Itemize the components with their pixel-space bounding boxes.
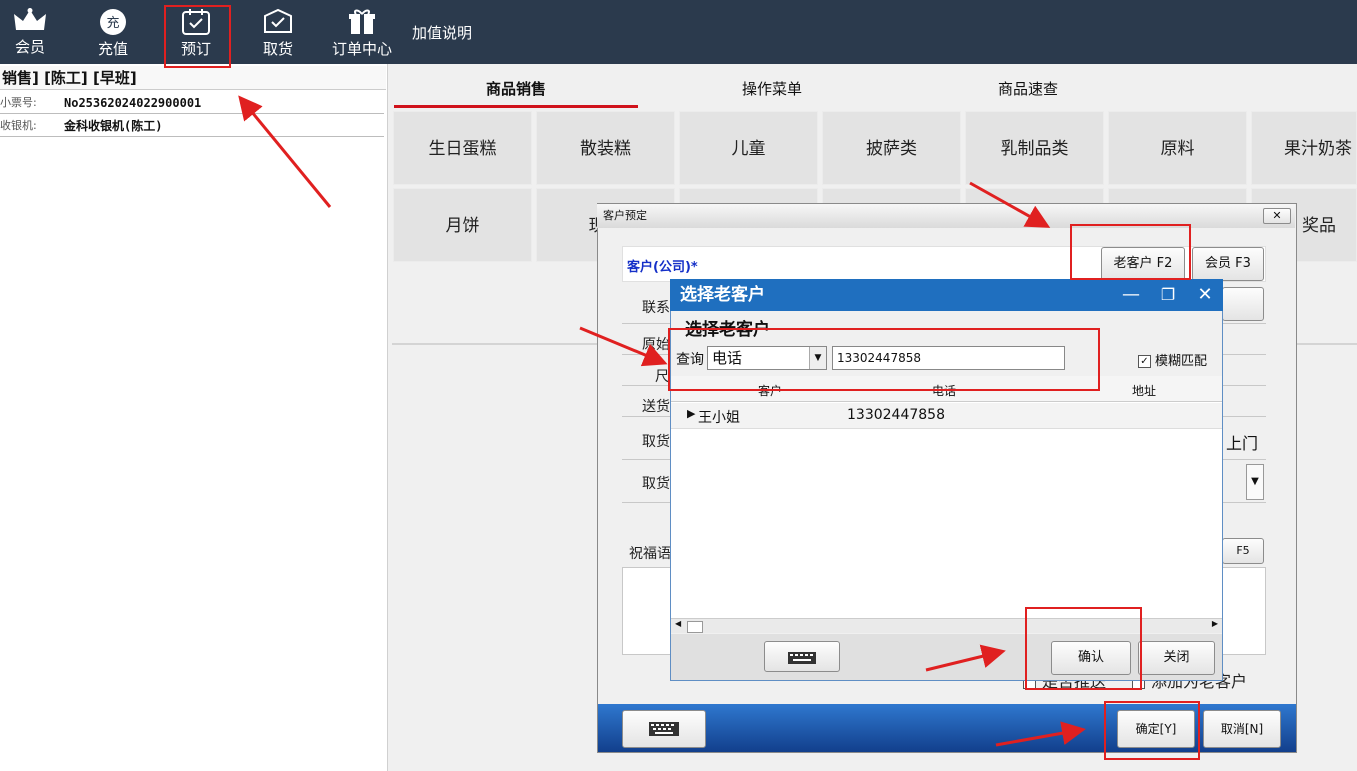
select-dialog-heading: 选择老客户: [685, 320, 770, 340]
select-keyboard-button[interactable]: [764, 641, 840, 672]
select-confirm-button[interactable]: 确认: [1051, 641, 1131, 675]
fuzzy-match-label: 模糊匹配: [1155, 354, 1208, 369]
category-kids[interactable]: 儿童: [679, 111, 818, 185]
category-mooncake[interactable]: 月饼: [393, 188, 532, 262]
recharge-icon: 充: [100, 9, 126, 35]
tab-operation-menu[interactable]: 操作菜单: [650, 72, 894, 108]
reservation-dialog-title: 客户预定: [597, 204, 1295, 228]
chevron-down-icon: ▼: [1251, 476, 1259, 487]
pickup-time-dropdown[interactable]: ▼: [1246, 464, 1264, 500]
row-customer-cell: 王小姐: [698, 410, 740, 426]
size-label: 尺: [655, 369, 669, 385]
customer-label: 客户(公司)*: [627, 260, 698, 275]
reservation-keyboard-button[interactable]: [622, 710, 706, 748]
category-pizza[interactable]: 披萨类: [822, 111, 961, 185]
contact-label: 联系: [642, 300, 670, 316]
scroll-thumb[interactable]: [687, 621, 703, 633]
row-phone-cell: 13302447858: [847, 407, 945, 423]
query-type-value: 电话: [712, 349, 743, 367]
query-type-select[interactable]: 电话 ▼: [707, 346, 827, 370]
restore-icon[interactable]: ❐: [1157, 281, 1179, 309]
select-close-button[interactable]: 关闭: [1138, 641, 1215, 675]
old-customer-button[interactable]: 老客户 F2: [1101, 247, 1185, 281]
register-row: 收银机: 金科收银机(陈工): [0, 115, 384, 137]
toolbar-member-button[interactable]: 会员: [0, 0, 60, 64]
reservation-close-button[interactable]: ✕: [1263, 208, 1291, 224]
query-value-input[interactable]: 13302447858: [832, 346, 1065, 370]
calendar-check-icon: [182, 9, 210, 35]
checkmark-icon: ✓: [1138, 355, 1151, 368]
query-label: 查询: [676, 352, 704, 368]
keyboard-icon: [649, 722, 679, 736]
blessing-label: 祝福语: [629, 546, 671, 562]
receipt-number-value: No25362024022900001: [64, 96, 202, 110]
receipt-number-row: 小票号: No25362024022900001: [0, 92, 384, 114]
category-juice-milk-tea[interactable]: 果汁奶茶: [1251, 111, 1357, 185]
row-selector-icon: ▶: [687, 407, 696, 420]
toolbar-order-center-button[interactable]: 订单中心: [326, 0, 398, 64]
minimize-icon[interactable]: —: [1120, 281, 1142, 309]
sale-info-panel: [0, 64, 388, 771]
pickup-label: 取货: [642, 434, 670, 450]
receipt-number-label: 小票号:: [0, 96, 37, 109]
close-icon: ✕: [1272, 209, 1282, 222]
delivery-label: 送货: [642, 399, 670, 415]
column-header-phone: 电话: [932, 384, 957, 398]
blessing-f5-button[interactable]: F5: [1222, 538, 1264, 564]
tab-product-sales[interactable]: 商品销售: [394, 72, 638, 108]
reservation-cancel-button[interactable]: 取消[N]: [1203, 710, 1281, 748]
crown-icon: [14, 8, 46, 30]
fuzzy-match-checkbox[interactable]: ✓ 模糊匹配: [1138, 350, 1207, 369]
pickup-method-text: 上门: [1226, 434, 1259, 453]
toolbar-recharge-button[interactable]: 充 充值: [83, 0, 143, 64]
scroll-left-icon: ◀: [675, 619, 682, 628]
pickup-time-label: 取货: [642, 476, 670, 492]
box-check-icon: [264, 8, 292, 33]
member-button[interactable]: 会员 F3: [1192, 247, 1264, 281]
toolbar-pickup-button[interactable]: 取货: [248, 0, 308, 64]
close-icon[interactable]: ✕: [1194, 281, 1216, 309]
register-value: 金科收银机(陈工): [64, 119, 163, 133]
category-bulk-cake[interactable]: 散装糕: [536, 111, 675, 185]
scroll-right-icon: ▶: [1211, 619, 1218, 628]
original-label: 原始: [642, 337, 670, 353]
table-row[interactable]: [671, 403, 1222, 429]
column-header-customer: 客户: [758, 384, 783, 398]
category-raw-materials[interactable]: 原料: [1108, 111, 1247, 185]
horizontal-scrollbar[interactable]: ◀ ▶: [671, 618, 1222, 633]
tab-product-lookup[interactable]: 商品速查: [906, 72, 1150, 108]
column-header-address: 地址: [1132, 384, 1157, 398]
category-birthday-cake[interactable]: 生日蛋糕: [393, 111, 532, 185]
chevron-down-icon: ▼: [809, 347, 826, 369]
reservation-confirm-button[interactable]: 确定[Y]: [1117, 710, 1195, 748]
value-added-info-link[interactable]: 加值说明: [412, 22, 472, 43]
keyboard-icon: [788, 652, 816, 664]
register-label: 收银机:: [0, 119, 37, 132]
gift-icon: [349, 9, 375, 34]
svg-text:充: 充: [106, 15, 119, 31]
sale-header: 销售] [陈工] [早班]: [0, 66, 386, 90]
toolbar-reserve-button[interactable]: 预订: [166, 0, 226, 64]
category-dairy[interactable]: 乳制品类: [965, 111, 1104, 185]
